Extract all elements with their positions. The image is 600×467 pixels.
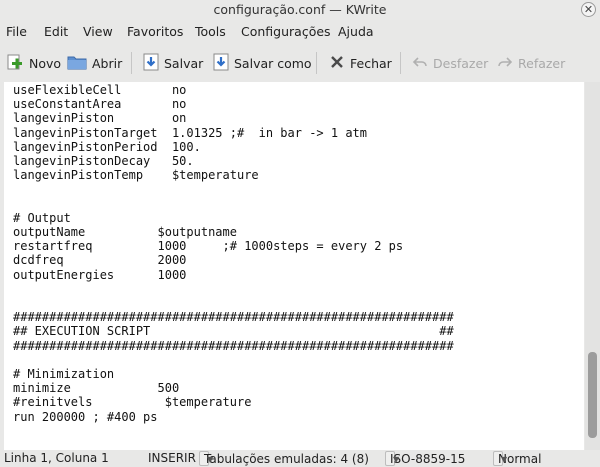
new-button[interactable]: Novo: [6, 44, 61, 82]
redo-button-label: Refazer: [518, 55, 566, 71]
text-editor[interactable]: useFlexibleCell no useConstantArea no la…: [4, 82, 584, 450]
window-title: configuração.conf — KWrite: [213, 2, 387, 17]
open-button[interactable]: Abrir: [67, 44, 122, 82]
title-bar: configuração.conf — KWrite ✕: [0, 0, 600, 20]
menu-view[interactable]: View: [83, 21, 113, 42]
new-button-label: Novo: [29, 55, 62, 71]
scrollbar-thumb[interactable]: [588, 352, 597, 438]
toolbar-separator: [400, 52, 401, 74]
menu-bar: File Edit View Favoritos Tools Configura…: [0, 21, 600, 42]
window-close-button[interactable]: ✕: [581, 2, 596, 17]
tabs-label: Tabulações emuladas: 4 (8): [204, 452, 369, 466]
toolbar-separator: [316, 52, 317, 74]
save-button[interactable]: Salvar: [143, 44, 203, 82]
encoding-dropdown[interactable]: ISO-8859-15 ▼: [385, 451, 465, 466]
save-as-button[interactable]: Salvar como: [213, 44, 312, 82]
highlight-dropdown[interactable]: Normal ▼: [493, 451, 541, 466]
editor-text[interactable]: useFlexibleCell no useConstantArea no la…: [13, 83, 454, 424]
status-bar: Linha 1, Coluna 1 INSERIR Tabulações emu…: [0, 450, 600, 467]
menu-edit[interactable]: Edit: [44, 21, 68, 42]
cursor-position: Linha 1, Coluna 1: [4, 451, 109, 465]
save-button-label: Salvar: [164, 55, 204, 71]
menu-help[interactable]: Ajuda: [338, 21, 374, 42]
save-as-icon: [213, 53, 229, 74]
new-document-icon: [6, 53, 24, 74]
save-as-button-label: Salvar como: [234, 55, 312, 71]
vertical-scrollbar[interactable]: [585, 82, 600, 450]
toolbar-separator: [131, 52, 132, 74]
undo-icon: [412, 54, 428, 73]
undo-button[interactable]: Desfazer: [412, 44, 488, 82]
close-button[interactable]: Fechar: [329, 44, 392, 82]
toolbar: Novo Abrir Salvar Salvar como Fechar Des…: [0, 44, 600, 82]
close-button-label: Fechar: [350, 55, 392, 71]
redo-icon: [497, 54, 513, 73]
undo-button-label: Desfazer: [433, 55, 489, 71]
menu-file[interactable]: File: [6, 21, 27, 42]
close-icon: [329, 54, 345, 73]
encoding-label: ISO-8859-15: [390, 452, 466, 466]
input-mode[interactable]: INSERIR: [148, 450, 196, 467]
chevron-down-icon: ▼: [393, 455, 400, 464]
redo-button[interactable]: Refazer: [497, 44, 565, 82]
save-icon: [143, 53, 159, 74]
tabs-dropdown[interactable]: Tabulações emuladas: 4 (8) ▼: [199, 451, 369, 466]
folder-icon: [67, 53, 87, 74]
menu-settings[interactable]: Configurações: [241, 21, 331, 42]
chevron-down-icon: ▼: [207, 455, 214, 464]
open-button-label: Abrir: [92, 55, 123, 71]
menu-tools[interactable]: Tools: [195, 21, 226, 42]
menu-favoritos[interactable]: Favoritos: [127, 21, 183, 42]
chevron-down-icon: ▼: [501, 455, 508, 464]
